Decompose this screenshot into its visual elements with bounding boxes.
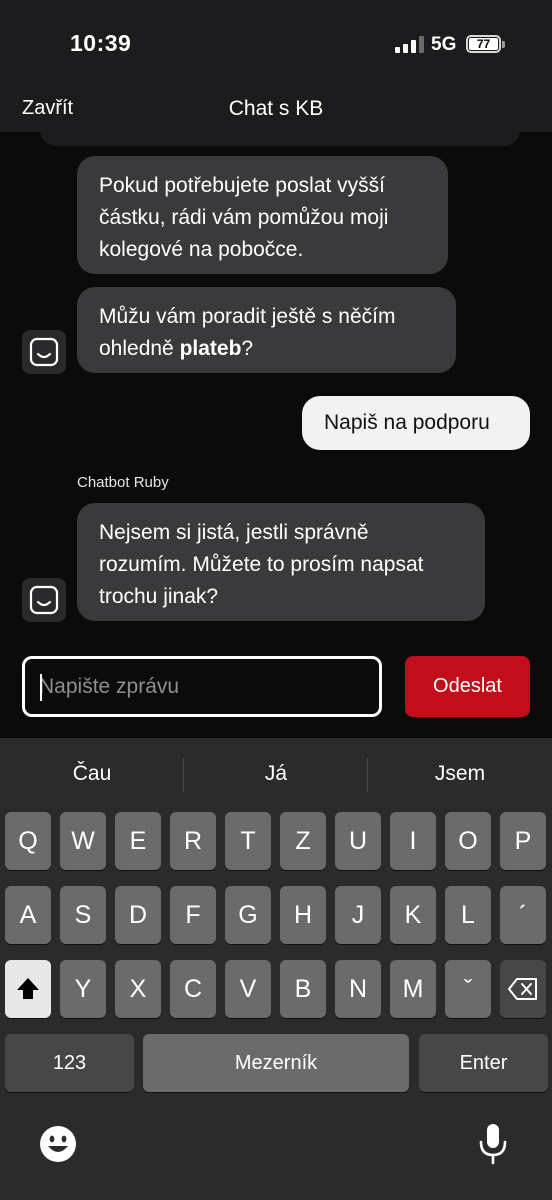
key-t[interactable]: T: [225, 812, 271, 870]
backspace-key[interactable]: [500, 960, 546, 1018]
key-k[interactable]: K: [390, 886, 436, 944]
key-c[interactable]: C: [170, 960, 216, 1018]
key-o[interactable]: O: [445, 812, 491, 870]
key-a[interactable]: A: [5, 886, 51, 944]
message-bold-text: plateb: [179, 337, 242, 360]
status-time: 10:39: [70, 30, 132, 56]
bot-message: Můžu vám poradit ještě s něčím ohledně p…: [77, 287, 456, 373]
key-y[interactable]: Y: [60, 960, 106, 1018]
key-acute[interactable]: ´: [500, 886, 546, 944]
numbers-key[interactable]: 123: [5, 1034, 134, 1092]
key-s[interactable]: S: [60, 886, 106, 944]
microphone-icon: [479, 1124, 507, 1165]
key-n[interactable]: N: [335, 960, 381, 1018]
message-line: Můžu vám poradit ještě s něčím: [99, 305, 396, 328]
key-j[interactable]: J: [335, 886, 381, 944]
message-line: rozumím. Můžete to prosím napsat: [99, 553, 424, 576]
enter-key[interactable]: Enter: [419, 1034, 548, 1092]
key-d[interactable]: D: [115, 886, 161, 944]
key-m[interactable]: M: [390, 960, 436, 1018]
key-f[interactable]: F: [170, 886, 216, 944]
key-e[interactable]: E: [115, 812, 161, 870]
battery-tip: [502, 41, 505, 48]
battery-level: 77: [469, 38, 498, 50]
bot-avatar: [22, 330, 66, 374]
shift-key[interactable]: [5, 960, 51, 1018]
bot-face-icon: [29, 585, 59, 615]
suggestion-item[interactable]: Jsem: [368, 738, 552, 810]
key-p[interactable]: P: [500, 812, 546, 870]
keyboard: Čau Já Jsem Q W E R T Z U I O P A S D F …: [0, 738, 552, 1200]
emoji-icon: [40, 1126, 76, 1162]
message-text: ?: [241, 337, 254, 360]
message-line: trochu jinak?: [99, 585, 219, 608]
signal-icon: [395, 36, 424, 53]
shift-icon: [17, 978, 39, 999]
key-u[interactable]: U: [335, 812, 381, 870]
bot-message: Nejsem si jistá, jestli správně rozumím.…: [77, 503, 485, 621]
suggestion-bar: Čau Já Jsem: [0, 738, 552, 810]
message-line: Pokud potřebujete poslat vyšší: [99, 174, 386, 197]
message-line: Nejsem si jistá, jestli správně: [99, 521, 369, 544]
suggestion-item[interactable]: Čau: [0, 738, 184, 810]
message-input[interactable]: [22, 656, 382, 717]
message-line: Napiš na podporu: [324, 411, 490, 434]
key-x[interactable]: X: [115, 960, 161, 1018]
key-i[interactable]: I: [390, 812, 436, 870]
bot-avatar: [22, 578, 66, 622]
key-z[interactable]: Z: [280, 812, 326, 870]
message-line: ohledně plateb?: [99, 333, 434, 365]
bot-face-icon: [29, 337, 59, 367]
text-caret: [40, 674, 42, 701]
emoji-button[interactable]: [38, 1124, 78, 1169]
page-title: Chat s KB: [228, 97, 324, 120]
sender-name: Chatbot Ruby: [77, 474, 169, 491]
status-bar: 10:39 5G 77: [0, 0, 552, 90]
message-line: kolegové na pobočce.: [99, 238, 304, 261]
network-type: 5G: [431, 34, 457, 55]
key-w[interactable]: W: [60, 812, 106, 870]
message-composer: Odeslat: [0, 646, 552, 738]
key-caron[interactable]: ˇ: [445, 960, 491, 1018]
chat-header: Zavřít Chat s KB: [0, 90, 552, 132]
send-button[interactable]: Odeslat: [405, 656, 530, 717]
key-b[interactable]: B: [280, 960, 326, 1018]
user-message: Napiš na podporu: [302, 396, 530, 450]
key-v[interactable]: V: [225, 960, 271, 1018]
battery-icon: 77: [466, 35, 501, 53]
key-q[interactable]: Q: [5, 812, 51, 870]
microphone-button[interactable]: [478, 1122, 508, 1171]
key-g[interactable]: G: [225, 886, 271, 944]
space-key[interactable]: Mezerník: [143, 1034, 409, 1092]
message-line: částku, rádi vám pomůžou moji: [99, 206, 389, 229]
header-edge: [40, 130, 520, 146]
bot-message: Pokud potřebujete poslat vyšší částku, r…: [77, 156, 448, 274]
key-r[interactable]: R: [170, 812, 216, 870]
message-text: ohledně: [99, 337, 180, 360]
backspace-icon: [508, 978, 537, 1000]
key-h[interactable]: H: [280, 886, 326, 944]
suggestion-item[interactable]: Já: [184, 738, 368, 810]
chat-messages[interactable]: Pokud potřebujete poslat vyšší částku, r…: [0, 146, 552, 636]
key-l[interactable]: L: [445, 886, 491, 944]
